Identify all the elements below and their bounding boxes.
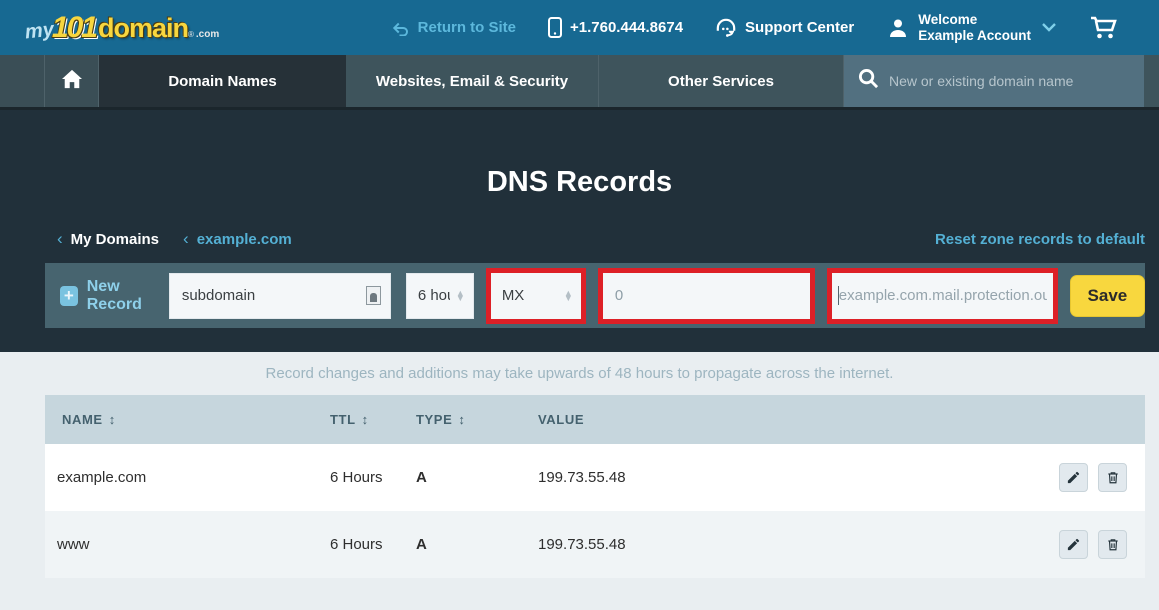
- record-type: A: [416, 469, 538, 486]
- record-value: 199.73.55.48: [538, 536, 1045, 553]
- ttl-select[interactable]: 6 hours ▲▼: [406, 273, 474, 319]
- plus-icon: +: [60, 286, 78, 306]
- sort-icon[interactable]: ↕: [458, 412, 465, 427]
- return-arrow-icon: [392, 20, 410, 36]
- domain-search-input[interactable]: [889, 73, 1130, 89]
- value-header-label: VALUE: [538, 412, 584, 427]
- phone-number-label: +1.760.444.8674: [570, 19, 683, 36]
- account-menu[interactable]: Welcome Example Account: [886, 12, 1057, 43]
- home-icon: [61, 69, 83, 94]
- logo-domain: domain: [98, 13, 188, 44]
- new-record-button[interactable]: + New Record: [60, 278, 169, 314]
- breadcrumb: ‹ My Domains ‹ example.com Reset zone re…: [0, 229, 1159, 249]
- value-input[interactable]: example.com.mail.protection.ou: [832, 273, 1053, 319]
- column-header-ttl: TTL ↕: [330, 412, 416, 427]
- autofill-icon: [366, 286, 381, 305]
- record-type-select[interactable]: MX ▲▼: [491, 273, 581, 319]
- home-tab[interactable]: [45, 55, 99, 107]
- save-button[interactable]: Save: [1070, 275, 1145, 317]
- logo-101: 101: [52, 11, 96, 45]
- logo-my: my: [24, 18, 55, 44]
- welcome-line1: Welcome: [918, 12, 977, 27]
- sort-icon[interactable]: ↕: [109, 412, 116, 427]
- ttl-select-value: 6 hours: [418, 287, 450, 304]
- type-header-label: TYPE: [416, 412, 452, 427]
- chevron-down-icon: [1041, 19, 1057, 36]
- breadcrumb-chevron-icon: ‹: [183, 229, 189, 249]
- return-to-site-link[interactable]: Return to Site: [392, 19, 516, 36]
- tab-domain-names-label: Domain Names: [168, 73, 276, 90]
- record-name: example.com: [45, 469, 330, 486]
- subdomain-input[interactable]: [169, 273, 391, 319]
- support-center-link[interactable]: Support Center: [715, 18, 854, 38]
- user-icon: [886, 16, 910, 40]
- tab-websites-label: Websites, Email & Security: [376, 73, 568, 90]
- delete-button[interactable]: [1098, 463, 1127, 492]
- tab-domain-names[interactable]: Domain Names: [99, 55, 346, 107]
- return-to-site-label: Return to Site: [418, 19, 516, 36]
- dns-records-section: DNS Records ‹ My Domains ‹ example.com R…: [0, 110, 1159, 352]
- nav-endcap: [1144, 55, 1159, 107]
- column-header-type: TYPE ↕: [416, 412, 538, 427]
- name-header-label: NAME: [62, 412, 103, 427]
- breadcrumb-my-domains-label: My Domains: [71, 231, 159, 248]
- tab-other-services[interactable]: Other Services: [599, 55, 844, 107]
- priority-input-highlight: [598, 268, 815, 324]
- sort-icon[interactable]: ↕: [362, 412, 369, 427]
- mobile-phone-icon: [548, 17, 562, 38]
- cart-button[interactable]: [1089, 16, 1117, 40]
- records-section: Record changes and additions may take up…: [0, 352, 1159, 578]
- breadcrumb-example-com-label: example.com: [197, 231, 292, 248]
- column-header-name: NAME ↕: [45, 412, 330, 427]
- ttl-header-label: TTL: [330, 412, 356, 427]
- reset-zone-records-link[interactable]: Reset zone records to default: [935, 231, 1145, 248]
- logo-registered-mark: ®: [188, 30, 194, 39]
- table-row: www 6 Hours A 199.73.55.48: [45, 511, 1145, 578]
- edit-button[interactable]: [1059, 463, 1088, 492]
- domain-search-box: [844, 55, 1144, 107]
- value-placeholder: example.com.mail.protection.ou: [839, 287, 1047, 304]
- top-bar: my101domain®.com Return to Site +1.760.4…: [0, 0, 1159, 55]
- priority-input[interactable]: [603, 273, 810, 319]
- phone-number[interactable]: +1.760.444.8674: [548, 17, 683, 38]
- spinner-arrows-icon: ▲▼: [558, 291, 573, 301]
- record-ttl: 6 Hours: [330, 469, 416, 486]
- breadcrumb-chevron-icon: ‹: [57, 229, 63, 249]
- delete-button[interactable]: [1098, 530, 1127, 559]
- type-select-highlight: MX ▲▼: [486, 268, 586, 324]
- column-header-value: VALUE: [538, 412, 1045, 427]
- tab-websites-email-security[interactable]: Websites, Email & Security: [346, 55, 599, 107]
- table-header-row: NAME ↕ TTL ↕ TYPE ↕ VALUE: [45, 395, 1145, 444]
- subdomain-field-wrap: [169, 273, 391, 319]
- new-record-bar: + New Record 6 hours ▲▼ MX ▲▼ example.co…: [45, 263, 1145, 328]
- spinner-arrows-icon: ▲▼: [450, 291, 465, 301]
- nav-spacer: [0, 55, 45, 107]
- value-input-highlight: example.com.mail.protection.ou: [827, 268, 1058, 324]
- page-title: DNS Records: [0, 166, 1159, 199]
- search-icon: [858, 68, 879, 94]
- site-logo[interactable]: my101domain®.com: [25, 11, 219, 45]
- logo-tld: .com: [196, 29, 219, 40]
- headset-icon: [715, 18, 737, 38]
- tab-other-services-label: Other Services: [668, 73, 774, 90]
- welcome-line2: Example Account: [918, 28, 1031, 43]
- record-ttl: 6 Hours: [330, 536, 416, 553]
- cart-icon: [1089, 16, 1117, 40]
- breadcrumb-my-domains[interactable]: ‹ My Domains: [57, 229, 159, 249]
- table-row: example.com 6 Hours A 199.73.55.48: [45, 444, 1145, 511]
- record-value: 199.73.55.48: [538, 469, 1045, 486]
- record-name: www: [45, 536, 330, 553]
- new-record-label: New Record: [87, 278, 169, 314]
- propagation-notice: Record changes and additions may take up…: [0, 365, 1159, 382]
- breadcrumb-example-com[interactable]: ‹ example.com: [183, 229, 292, 249]
- dns-records-table: NAME ↕ TTL ↕ TYPE ↕ VALUE example.com 6 Hou…: [45, 395, 1145, 578]
- record-type-value: MX: [502, 287, 525, 304]
- support-center-label: Support Center: [745, 19, 854, 36]
- main-nav: Domain Names Websites, Email & Security …: [0, 55, 1159, 110]
- record-type: A: [416, 536, 538, 553]
- edit-button[interactable]: [1059, 530, 1088, 559]
